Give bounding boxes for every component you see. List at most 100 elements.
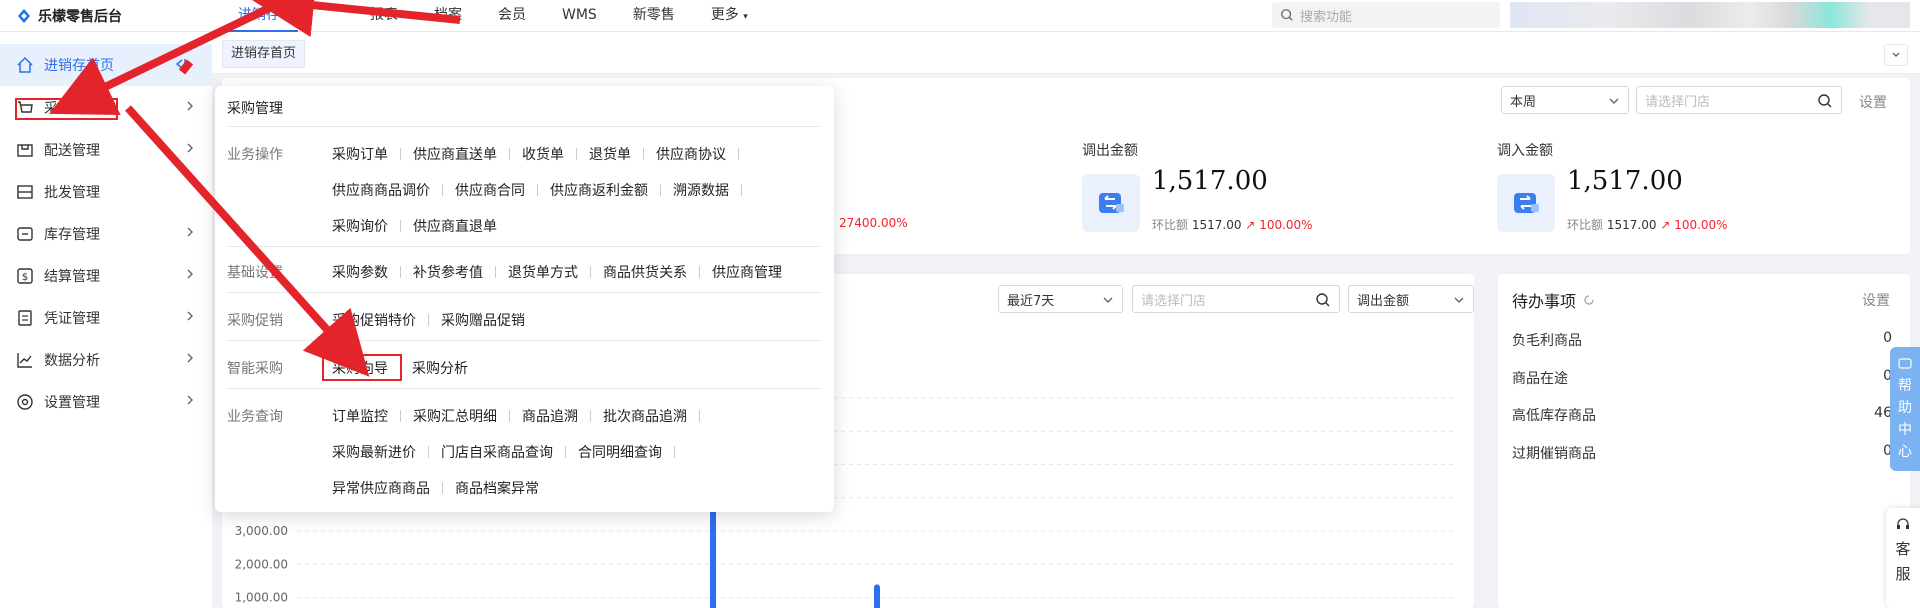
- menu-item-direct-return[interactable]: 供应商直退单: [413, 216, 509, 236]
- menu-item-latest-price[interactable]: 采购最新进价: [332, 442, 428, 462]
- sidebar-item-label: 批发管理: [44, 185, 100, 201]
- tab-bar: 进销存首页: [212, 32, 1920, 74]
- separator: [741, 184, 742, 196]
- menu-item-return[interactable]: 退货单: [589, 144, 643, 164]
- in-ratio: 环比额 1517.00 ↗ 100.00%: [1567, 216, 1728, 233]
- search-input[interactable]: 搜索功能: [1272, 2, 1500, 28]
- collapse-icon[interactable]: [172, 56, 188, 72]
- wholesale-icon: [17, 185, 33, 199]
- menu-item-abnormal-supplier[interactable]: 异常供应商商品: [332, 478, 442, 498]
- sidebar-item-settings[interactable]: 设置管理: [0, 381, 212, 423]
- dropdown-line: 供应商商品调价 供应商合同 供应商返利金额 溯源数据: [332, 180, 754, 200]
- topnav-member[interactable]: 会员: [480, 0, 544, 32]
- tab-home[interactable]: 进销存首页: [222, 40, 306, 68]
- menu-item-archive-abnormal[interactable]: 商品档案异常: [455, 478, 551, 498]
- in-ratio-pct: 100.00%: [1674, 218, 1728, 232]
- topnav-wms[interactable]: WMS: [544, 0, 615, 32]
- top-nav: 进销存 报表 档案 会员 WMS 新零售 更多 ▾: [220, 0, 766, 32]
- menu-item-replenish-ref[interactable]: 补货参考值: [413, 262, 495, 282]
- menu-item-supply-relation[interactable]: 商品供货关系: [603, 262, 699, 282]
- menu-item-purchase-params[interactable]: 采购参数: [332, 262, 400, 282]
- menu-item-product-trace[interactable]: 商品追溯: [522, 406, 590, 426]
- separator: [400, 148, 401, 160]
- menu-item-summary-detail[interactable]: 采购汇总明细: [413, 406, 509, 426]
- transfer-out-icon: [1082, 174, 1140, 232]
- home-icon: [17, 56, 33, 73]
- in-ratio-value: 1517.00: [1606, 218, 1657, 232]
- out-amount-label: 调出金额: [1082, 143, 1138, 159]
- menu-item-purchase-order[interactable]: 采购订单: [332, 144, 400, 164]
- blurred-user-area: [1510, 2, 1910, 28]
- menu-item-rebate[interactable]: 供应商返利金额: [550, 180, 660, 200]
- tab-menu-button[interactable]: [1884, 44, 1908, 66]
- separator: [699, 266, 700, 278]
- period-select[interactable]: 本周: [1501, 86, 1629, 114]
- sidebar-item-home[interactable]: 进销存首页: [0, 44, 212, 86]
- topnav-inventory[interactable]: 进销存: [220, 0, 298, 32]
- settings-link[interactable]: 设置: [1859, 92, 1887, 112]
- refresh-icon[interactable]: [1582, 293, 1596, 307]
- menu-item-gift-promo[interactable]: 采购赠品促销: [441, 310, 537, 330]
- menu-item-purchase-analysis[interactable]: 采购分析: [412, 358, 480, 378]
- todo-item[interactable]: 过期催销商品 0: [1512, 443, 1892, 463]
- menu-item-contract-detail[interactable]: 合同明细查询: [578, 442, 674, 462]
- menu-item-trace-data[interactable]: 溯源数据: [673, 180, 741, 200]
- caret-down-icon: ▾: [743, 12, 748, 22]
- divider: [227, 340, 821, 341]
- todo-item[interactable]: 高低库存商品 46: [1512, 405, 1892, 425]
- dropdown-line: 采购促销特价 采购赠品促销: [332, 310, 537, 330]
- topnav-new-retail[interactable]: 新零售: [615, 0, 693, 32]
- chart-bar[interactable]: [874, 584, 880, 608]
- app-logo[interactable]: 乐檬零售后台: [16, 6, 122, 26]
- menu-item-batch-trace[interactable]: 批次商品追溯: [603, 406, 699, 426]
- help-center-button[interactable]: 帮 助 中 心: [1890, 347, 1920, 471]
- sidebar-item-delivery[interactable]: 配送管理: [0, 129, 212, 171]
- todo-title: 待办事项: [1512, 292, 1577, 311]
- topnav-archive[interactable]: 档案: [416, 0, 480, 32]
- sidebar-item-label: 库存管理: [44, 227, 100, 243]
- separator: [699, 410, 700, 422]
- highlight-box: [322, 354, 402, 381]
- sidebar-item-voucher[interactable]: 凭证管理: [0, 297, 212, 339]
- topnav-more[interactable]: 更多 ▾: [693, 0, 766, 32]
- purchase-dropdown-menu: 采购管理 业务操作 采购订单 供应商直送单 收货单 退货单 供应商协议 供应商商…: [215, 86, 834, 512]
- menu-item-store-self-purchase[interactable]: 门店自采商品查询: [441, 442, 565, 462]
- menu-item-order-monitor[interactable]: 订单监控: [332, 406, 400, 426]
- chevron-right-icon: [187, 227, 193, 237]
- sidebar-item-label: 数据分析: [44, 353, 100, 369]
- menu-item-promo-price[interactable]: 采购促销特价: [332, 310, 428, 330]
- todo-item-label: 过期催销商品: [1512, 446, 1596, 462]
- in-ratio-label: 环比额: [1567, 218, 1604, 232]
- settlement-icon: $: [17, 268, 33, 284]
- menu-item-supplier-mgmt[interactable]: 供应商管理: [712, 262, 794, 282]
- topnav-reports[interactable]: 报表: [352, 0, 416, 32]
- customer-service-button[interactable]: 客 服: [1886, 508, 1920, 608]
- sidebar-item-settlement[interactable]: $ 结算管理: [0, 255, 212, 297]
- todo-item[interactable]: 负毛利商品 0: [1512, 330, 1892, 350]
- search-placeholder: 搜索功能: [1300, 9, 1353, 25]
- settings-icon: [17, 394, 33, 410]
- todo-item-label: 商品在途: [1512, 371, 1568, 387]
- in-amount-value: 1,517.00: [1567, 166, 1683, 196]
- chevron-right-icon: [187, 353, 193, 363]
- highlight-box: [15, 98, 118, 120]
- todo-item[interactable]: 商品在途 0: [1512, 368, 1892, 388]
- todo-settings-link[interactable]: 设置: [1862, 290, 1890, 310]
- menu-item-price-adjust[interactable]: 供应商商品调价: [332, 180, 442, 200]
- menu-item-receipt[interactable]: 收货单: [522, 144, 576, 164]
- menu-item-return-method[interactable]: 退货单方式: [508, 262, 590, 282]
- store-select[interactable]: 请选择门店: [1636, 86, 1842, 114]
- out-ratio: 环比额 1517.00 ↗ 100.00%: [1152, 216, 1313, 233]
- menu-item-inquiry[interactable]: 采购询价: [332, 216, 400, 236]
- divider: [227, 126, 821, 127]
- menu-item-supplier-agreement[interactable]: 供应商协议: [656, 144, 738, 164]
- dropdown-line: 订单监控 采购汇总明细 商品追溯 批次商品追溯: [332, 406, 712, 426]
- sidebar-item-analytics[interactable]: 数据分析: [0, 339, 212, 381]
- sidebar-item-inventory[interactable]: 库存管理: [0, 213, 212, 255]
- separator: [428, 314, 429, 326]
- sidebar-item-wholesale[interactable]: 批发管理: [0, 171, 212, 213]
- menu-item-contract[interactable]: 供应商合同: [455, 180, 537, 200]
- menu-item-direct-delivery[interactable]: 供应商直送单: [413, 144, 509, 164]
- dropdown-category: 智能采购: [227, 361, 283, 377]
- sidebar-item-label: 凭证管理: [44, 311, 100, 327]
